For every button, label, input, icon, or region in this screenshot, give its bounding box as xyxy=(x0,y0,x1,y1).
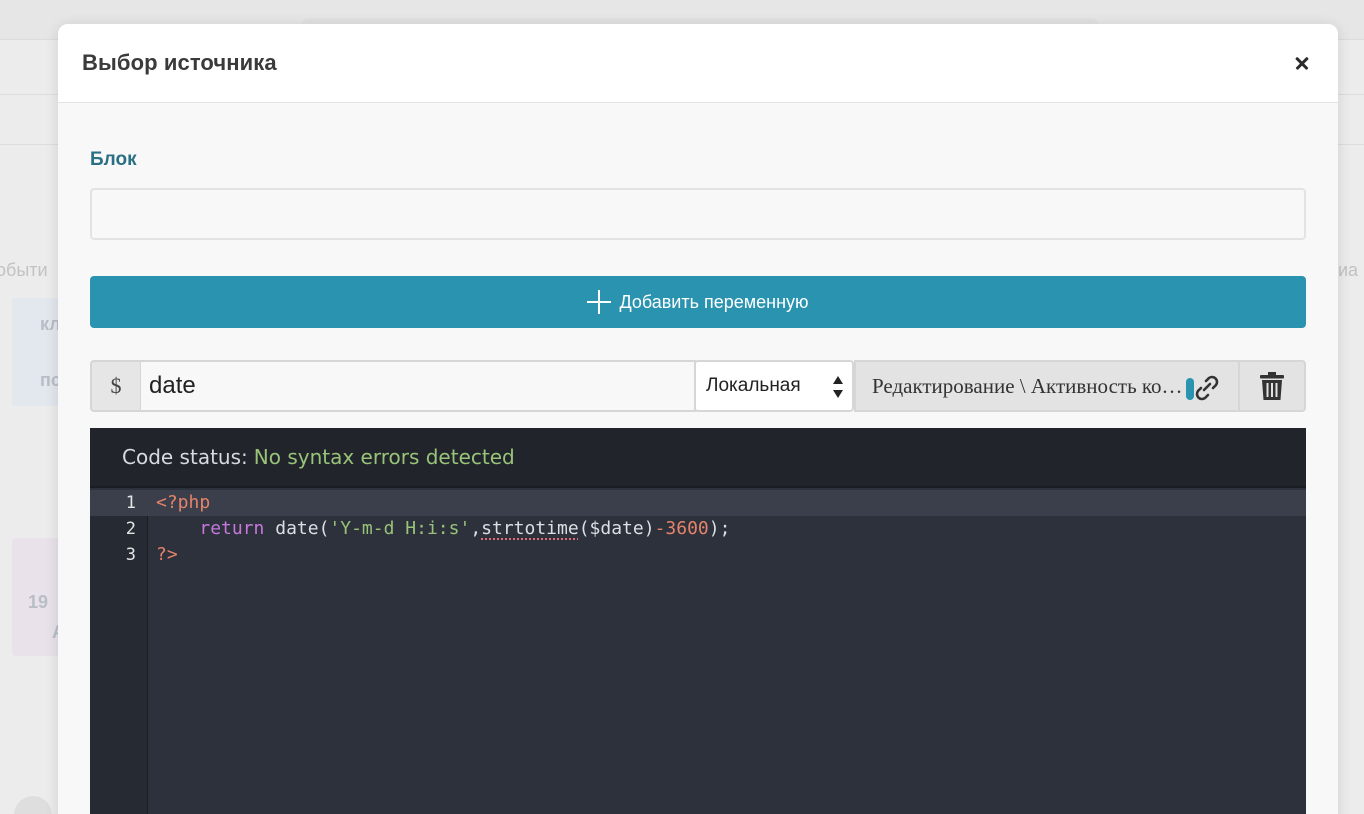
code-status-value: No syntax errors detected xyxy=(253,445,515,469)
background-text-right: иа xyxy=(1338,260,1359,280)
modal-header: Выбор источника xyxy=(58,24,1338,103)
select-arrows-icon xyxy=(833,376,843,398)
active-line-highlight xyxy=(90,490,1306,516)
variable-source-text: Редактирование \ Активность контакта xyxy=(872,373,1188,398)
modal-title: Выбор источника xyxy=(82,50,277,75)
variable-scope-select[interactable]: Локальная xyxy=(694,360,854,412)
add-variable-button[interactable]: Добавить переменную xyxy=(90,276,1306,328)
source-select-modal: Выбор источника Блок Добавить переменную… xyxy=(58,24,1338,814)
line-number: 3 xyxy=(125,545,136,565)
line-number: 2 xyxy=(125,519,136,539)
code-editor[interactable]: 1 2 3 <?php return date('Y-m-d H:i:s',st… xyxy=(90,490,1306,814)
trash-icon xyxy=(1260,372,1284,400)
code-status-bar: Code status: No syntax errors detected xyxy=(90,428,1306,488)
variable-name-input[interactable] xyxy=(140,360,696,412)
delete-variable-button[interactable] xyxy=(1238,360,1306,412)
variable-prefix: $ xyxy=(90,360,142,412)
line-number: 1 xyxy=(125,493,136,513)
background-avatar xyxy=(14,796,52,814)
code-line[interactable]: ?> xyxy=(156,542,178,568)
block-input[interactable] xyxy=(90,188,1306,240)
modal-body: Блок Добавить переменную $ Локальная Ред… xyxy=(58,103,1338,814)
link-icon[interactable] xyxy=(1190,372,1224,404)
background-card-text: 19 xyxy=(28,592,49,612)
code-line[interactable]: <?php xyxy=(156,490,210,516)
close-icon[interactable] xyxy=(1290,51,1314,75)
background-text-left: обыти xyxy=(0,260,48,280)
add-variable-label: Добавить переменную xyxy=(619,291,809,312)
variable-scope-value: Локальная xyxy=(706,375,801,396)
plus-icon xyxy=(587,290,612,314)
block-label: Блок xyxy=(90,149,137,170)
variable-row: $ Локальная Редактирование \ Активность … xyxy=(90,360,1306,412)
code-status-label: Code status: xyxy=(122,445,248,469)
code-editor-panel: Code status: No syntax errors detected 1… xyxy=(90,428,1306,814)
variable-source-field[interactable]: Редактирование \ Активность контакта xyxy=(854,360,1240,412)
code-line[interactable]: return date('Y-m-d H:i:s',strtotime($dat… xyxy=(156,516,730,542)
